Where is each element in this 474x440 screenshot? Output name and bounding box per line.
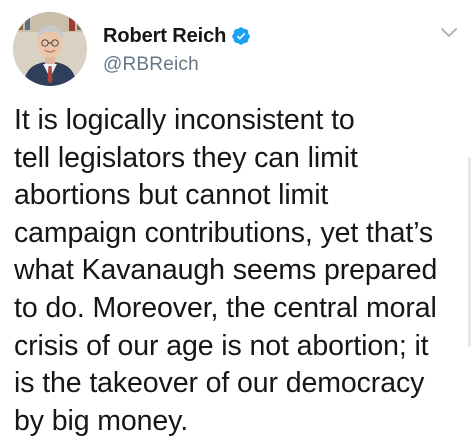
chevron-down-icon[interactable] <box>440 26 458 38</box>
name-row: Robert Reich <box>103 24 251 48</box>
scrollbar[interactable] <box>468 157 471 347</box>
display-name[interactable]: Robert Reich <box>103 25 226 48</box>
avatar[interactable] <box>13 12 87 86</box>
tweet-text: It is logically inconsistent to tell leg… <box>14 104 438 437</box>
tweet-header: Robert Reich @RBReich <box>103 24 251 76</box>
user-handle[interactable]: @RBReich <box>103 54 251 76</box>
avatar-photo-icon <box>13 12 87 86</box>
verified-badge-icon <box>231 26 251 46</box>
tweet-card: Robert Reich @RBReich It is logically in… <box>0 0 474 440</box>
